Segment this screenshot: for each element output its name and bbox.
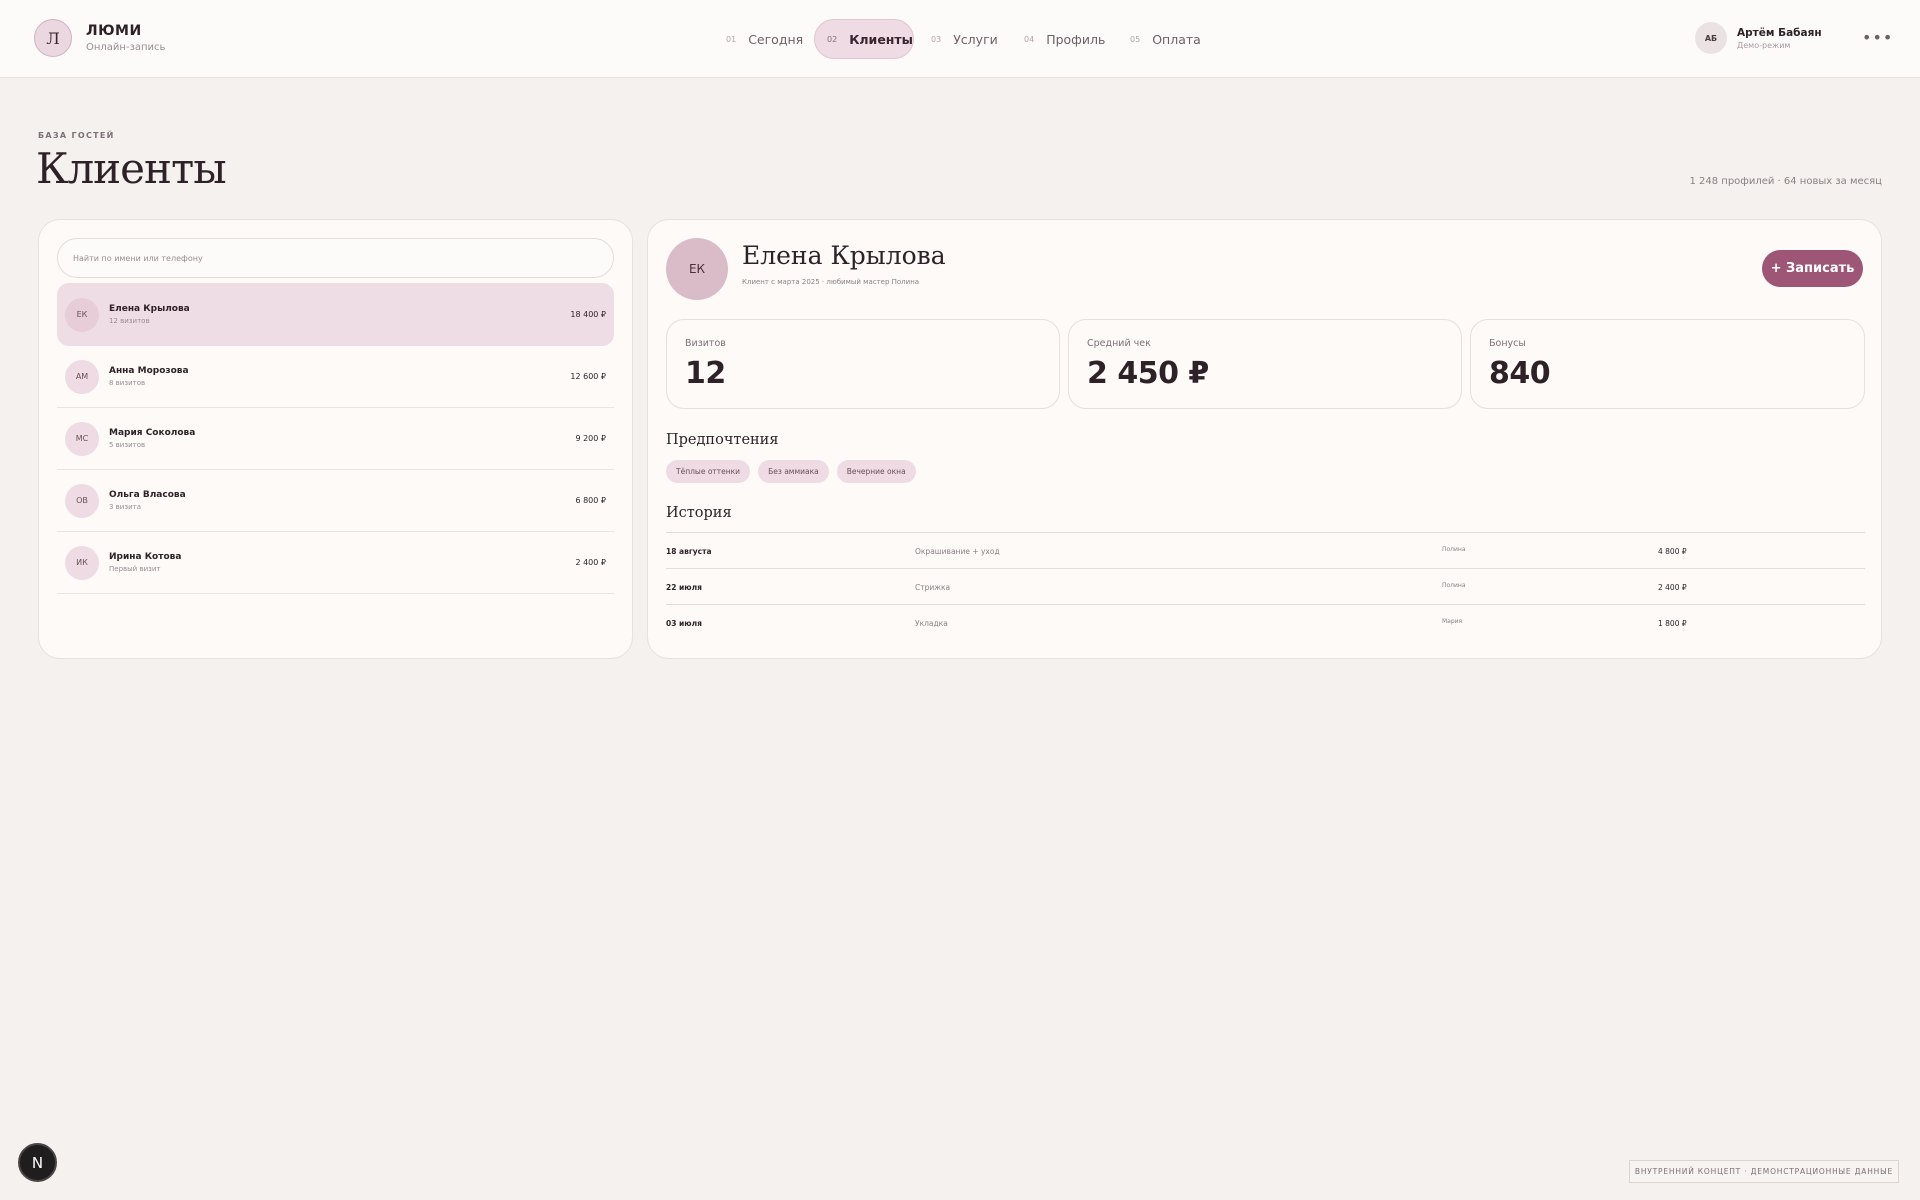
client-name: Ирина Котова bbox=[109, 552, 182, 562]
client-row[interactable]: ЕК Елена Крылова 12 визитов 18 400 ₽ bbox=[57, 283, 614, 346]
client-visits: 8 визитов bbox=[109, 379, 146, 387]
preferences-title: Предпочтения bbox=[666, 432, 779, 448]
user-name: Артём Бабаян bbox=[1737, 26, 1822, 39]
history-amount: 1 800 ₽ bbox=[1658, 619, 1687, 628]
nav-item-services[interactable]: 03 Услуги bbox=[919, 19, 1010, 59]
client-info: Ольга Власова 3 визита bbox=[109, 490, 575, 511]
client-list-panel: ЕК Елена Крылова 12 визитов 18 400 ₽ АМ … bbox=[38, 219, 633, 659]
user-info: Артём Бабаян Демо-режим bbox=[1737, 27, 1822, 50]
user-mode: Демо-режим bbox=[1737, 40, 1791, 50]
search-input[interactable] bbox=[57, 238, 614, 278]
history-service: Укладка bbox=[915, 619, 948, 628]
book-appointment-button[interactable]: + Записать bbox=[1762, 250, 1863, 287]
client-visits: Первый визит bbox=[109, 565, 161, 573]
nav-label: Профиль bbox=[1046, 31, 1106, 47]
history-service: Стрижка bbox=[915, 583, 951, 592]
client-info: Елена Крылова 12 визитов bbox=[109, 304, 570, 325]
history-row: 18 августа Окрашивание + уход Полина 4 8… bbox=[666, 533, 1865, 569]
nav-label: Сегодня bbox=[748, 31, 804, 47]
main-nav: 01 Сегодня 02 Клиенты 03 Услуги 04 Профи… bbox=[0, 19, 1920, 59]
history-amount: 2 400 ₽ bbox=[1658, 583, 1687, 592]
nav-number: 03 bbox=[931, 34, 942, 44]
stat-label: Визитов bbox=[685, 338, 726, 349]
nav-label: Услуги bbox=[953, 31, 998, 47]
stat-value: 840 bbox=[1489, 356, 1551, 391]
client-info: Мария Соколова 5 визитов bbox=[109, 428, 575, 449]
stat-card-bonuses: Бонусы 840 bbox=[1470, 319, 1865, 409]
client-name: Мария Соколова bbox=[109, 428, 196, 438]
preference-tag: Без аммиака bbox=[758, 460, 829, 483]
client-amount: 9 200 ₽ bbox=[575, 434, 606, 443]
client-avatar: МС bbox=[65, 421, 99, 456]
stat-label: Бонусы bbox=[1489, 338, 1526, 349]
client-avatar: ИК bbox=[65, 545, 99, 580]
client-row[interactable]: ОВ Ольга Власова 3 визита 6 800 ₽ bbox=[57, 470, 614, 532]
page-stats: 1 248 профилей · 64 новых за месяц bbox=[1689, 176, 1882, 187]
nav-number: 02 bbox=[827, 34, 838, 44]
client-info: Анна Морозова 8 визитов bbox=[109, 366, 570, 387]
client-row[interactable]: МС Мария Соколова 5 визитов 9 200 ₽ bbox=[57, 408, 614, 470]
client-name: Ольга Власова bbox=[109, 490, 186, 500]
n-logo-icon[interactable]: N bbox=[18, 1143, 57, 1182]
stat-value: 12 bbox=[685, 356, 726, 391]
history-service: Окрашивание + уход bbox=[915, 547, 1000, 556]
history-master: Полина bbox=[1442, 546, 1466, 553]
nav-item-payment[interactable]: 05 Оплата bbox=[1118, 19, 1213, 59]
history-row: 03 июля Укладка Мария 1 800 ₽ bbox=[666, 605, 1865, 641]
nav-label: Клиенты bbox=[849, 31, 913, 47]
history-master: Мария bbox=[1442, 618, 1463, 625]
user-avatar: АБ bbox=[1695, 22, 1727, 54]
history-title: История bbox=[666, 505, 732, 521]
nav-number: 04 bbox=[1024, 34, 1035, 44]
stat-card-visits: Визитов 12 bbox=[666, 319, 1060, 409]
history-row: 22 июля Стрижка Полина 2 400 ₽ bbox=[666, 569, 1865, 605]
profile-subtitle: Клиент с марта 2025 · любимый мастер Пол… bbox=[742, 278, 920, 286]
profile-name: Елена Крылова bbox=[742, 241, 946, 270]
client-info: Ирина Котова Первый визит bbox=[109, 552, 575, 573]
nav-item-profile[interactable]: 04 Профиль bbox=[1012, 19, 1117, 59]
history-date: 18 августа bbox=[666, 547, 712, 556]
client-visits: 5 визитов bbox=[109, 441, 146, 449]
client-list: ЕК Елена Крылова 12 визитов 18 400 ₽ АМ … bbox=[57, 283, 614, 594]
history-date: 03 июля bbox=[666, 619, 702, 628]
client-row[interactable]: ИК Ирина Котова Первый визит 2 400 ₽ bbox=[57, 532, 614, 594]
client-row[interactable]: АМ Анна Морозова 8 визитов 12 600 ₽ bbox=[57, 346, 614, 408]
client-amount: 2 400 ₽ bbox=[575, 558, 606, 567]
history-date: 22 июля bbox=[666, 583, 702, 592]
user-menu[interactable]: АБ Артём Бабаян Демо-режим bbox=[1695, 22, 1822, 54]
client-visits: 3 визита bbox=[109, 503, 141, 511]
client-detail-panel: ЕК Елена Крылова Клиент с марта 2025 · л… bbox=[647, 219, 1882, 659]
profile-avatar: ЕК bbox=[666, 238, 728, 300]
demo-note: ВНУТРЕННИЙ КОНЦЕПТ · ДЕМОНСТРАЦИОННЫЕ ДА… bbox=[1629, 1160, 1899, 1183]
stat-label: Средний чек bbox=[1087, 338, 1151, 349]
page-eyebrow: БАЗА ГОСТЕЙ bbox=[38, 131, 115, 140]
nav-label: Оплата bbox=[1152, 31, 1201, 47]
nav-item-clients[interactable]: 02 Клиенты bbox=[814, 19, 914, 59]
top-header: Л ЛЮМИ Онлайн-запись 01 Сегодня 02 Клиен… bbox=[0, 0, 1920, 78]
preferences-tags: Тёплые оттенки Без аммиака Вечерние окна bbox=[666, 460, 924, 483]
preference-tag: Вечерние окна bbox=[836, 460, 916, 483]
history-master: Полина bbox=[1442, 582, 1466, 589]
client-amount: 12 600 ₽ bbox=[570, 372, 606, 381]
client-name: Анна Морозова bbox=[109, 366, 189, 376]
nav-item-today[interactable]: 01 Сегодня bbox=[714, 19, 815, 59]
nav-number: 01 bbox=[726, 34, 737, 44]
stat-value: 2 450 ₽ bbox=[1087, 356, 1209, 391]
stat-card-average-check: Средний чек 2 450 ₽ bbox=[1068, 319, 1462, 409]
client-visits: 12 визитов bbox=[109, 317, 150, 325]
client-amount: 6 800 ₽ bbox=[575, 496, 606, 505]
preference-tag: Тёплые оттенки bbox=[666, 460, 751, 483]
nav-number: 05 bbox=[1130, 34, 1141, 44]
page-title: Клиенты bbox=[36, 144, 227, 193]
client-amount: 18 400 ₽ bbox=[570, 310, 606, 319]
client-avatar: АМ bbox=[65, 359, 99, 394]
client-name: Елена Крылова bbox=[109, 304, 190, 314]
history-table: 18 августа Окрашивание + уход Полина 4 8… bbox=[666, 532, 1865, 641]
client-avatar: ОВ bbox=[65, 483, 99, 518]
more-dots-icon[interactable]: ••• bbox=[1862, 30, 1893, 46]
history-amount: 4 800 ₽ bbox=[1658, 547, 1687, 556]
client-avatar: ЕК bbox=[65, 297, 99, 332]
